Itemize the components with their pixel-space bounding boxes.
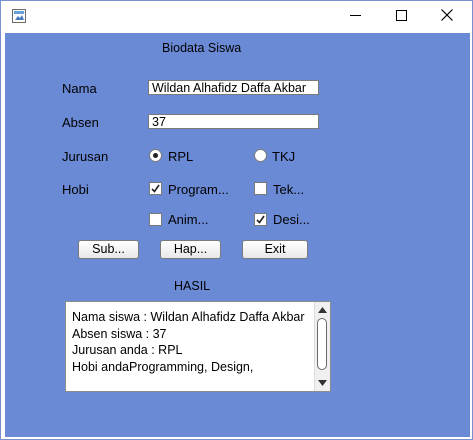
radio-tkj-label: TKJ [272, 149, 296, 164]
maximize-icon [395, 8, 407, 26]
java-app-icon [12, 9, 26, 23]
form-heading: Biodata Siswa [162, 41, 242, 55]
checkbox-programming-label: Program... [168, 182, 229, 197]
close-icon [441, 8, 453, 26]
checkbox-teknik-label: Tek... [273, 182, 305, 197]
checkbox-design-label: Desi... [273, 212, 310, 227]
hapus-button[interactable]: Hap... [160, 240, 221, 259]
scroll-down-arrow-icon[interactable] [315, 376, 330, 390]
nama-input[interactable]: Wildan Alhafidz Daffa Akbar [148, 80, 319, 95]
vertical-scrollbar[interactable] [314, 302, 330, 391]
result-line: Absen siswa : 37 [72, 326, 167, 341]
checkbox-design-box[interactable] [254, 213, 267, 226]
result-line: Nama siswa : Wildan Alhafidz Daffa Akbar [72, 310, 305, 324]
checkbox-teknik-box[interactable] [254, 182, 267, 195]
radio-rpl-button[interactable] [149, 149, 162, 162]
result-textarea[interactable]: Nama siswa : Wildan Alhafidz Daffa Akbar… [65, 301, 331, 392]
absen-input[interactable]: 37 [148, 114, 319, 129]
checkbox-animasi-label: Anim... [168, 212, 209, 227]
scroll-up-arrow-icon[interactable] [315, 303, 330, 317]
result-heading: HASIL [174, 279, 211, 293]
minimize-icon [349, 8, 361, 26]
result-line: Jurusan anda : RPL [72, 343, 183, 357]
absen-label: Absen [62, 115, 99, 130]
checkbox-animasi-box[interactable] [149, 213, 162, 226]
close-button[interactable] [424, 1, 470, 32]
title-bar [1, 1, 472, 32]
result-text: Nama siswa : Wildan Alhafidz Daffa Akbar… [72, 309, 305, 375]
scrollbar-thumb[interactable] [317, 318, 327, 370]
form-panel: Biodata Siswa Nama Wildan Alhafidz Daffa… [5, 33, 470, 437]
nama-label: Nama [62, 81, 97, 96]
minimize-button[interactable] [332, 1, 378, 32]
app-window: Biodata Siswa Nama Wildan Alhafidz Daffa… [0, 0, 473, 440]
exit-button[interactable]: Exit [242, 240, 308, 259]
jurusan-label: Jurusan [62, 149, 109, 164]
radio-tkj-button[interactable] [254, 149, 267, 162]
radio-rpl-label: RPL [168, 149, 194, 164]
checkbox-programming-box[interactable] [149, 182, 162, 195]
maximize-button[interactable] [378, 1, 424, 32]
result-line: Hobi andaProgramming, Design, [72, 359, 254, 374]
hobi-label: Hobi [62, 182, 89, 197]
submit-button[interactable]: Sub... [78, 240, 139, 259]
